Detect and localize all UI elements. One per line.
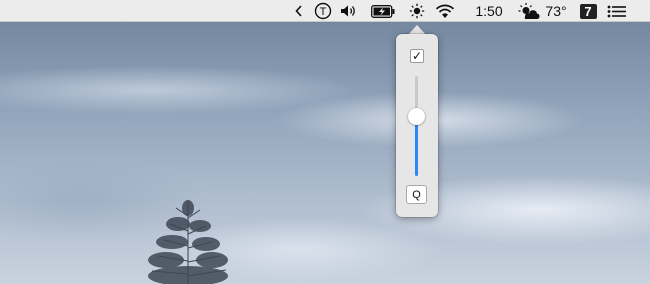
chevron-left-icon[interactable]: [292, 0, 306, 22]
calendar-day-badge: 7: [579, 3, 597, 19]
brightness-slider-track[interactable]: [415, 76, 418, 176]
timing-app-icon[interactable]: T: [312, 0, 334, 22]
auto-brightness-checkbox[interactable]: ✓: [410, 49, 424, 63]
brightness-slider-fill: [415, 116, 418, 176]
partly-cloudy-icon[interactable]: [517, 0, 541, 22]
wifi-icon[interactable]: [434, 0, 456, 22]
battery-charging-icon[interactable]: [370, 0, 396, 22]
shortcut-key-label: Q: [412, 188, 421, 201]
calendar-day-button[interactable]: 7: [578, 0, 598, 22]
brightness-sun-icon[interactable]: [408, 0, 426, 22]
list-icon[interactable]: [606, 0, 628, 22]
volume-icon[interactable]: [339, 0, 359, 22]
desktop-wallpaper: [0, 0, 650, 284]
clock-text[interactable]: 1:50: [472, 0, 506, 22]
tree-silhouette: [148, 200, 228, 284]
brightness-slider-knob[interactable]: [408, 108, 425, 125]
timing-app-glyph: T: [320, 6, 327, 18]
checkbox-checkmark: ✓: [411, 49, 423, 63]
menu-bar: T 1:50 73° 7: [0, 0, 650, 22]
shortcut-key-button[interactable]: Q: [406, 185, 427, 204]
temperature-text[interactable]: 73°: [541, 0, 571, 22]
